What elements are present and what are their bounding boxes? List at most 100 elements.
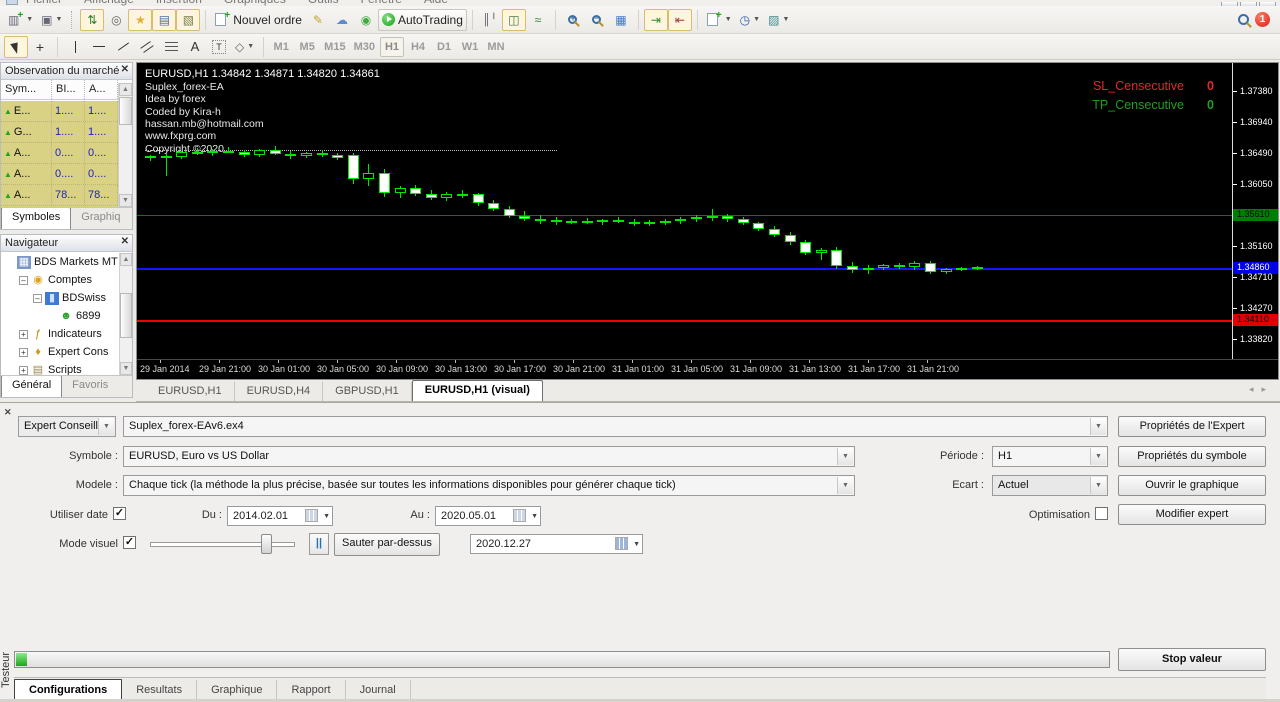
stop-button[interactable]: Stop valeur — [1118, 648, 1266, 671]
equidistant-channel-tool[interactable] — [135, 36, 159, 58]
navigator-item[interactable]: – ◉ Comptes — [1, 271, 119, 289]
horizontal-line-tool[interactable] — [87, 36, 111, 58]
profiles-button[interactable]: ▣ ▼ — [37, 9, 66, 31]
tab-graphique[interactable]: Graphiq — [71, 208, 130, 229]
scroll-down-icon[interactable]: ▼ — [120, 362, 132, 375]
navigator-item[interactable]: ☻ 6899 — [1, 307, 119, 325]
visual-date-field[interactable]: 2020.12.27 ▼ — [470, 534, 643, 554]
expert-type-select[interactable]: Expert Conseiller ▼ — [18, 416, 116, 437]
market-watch-row[interactable]: ▲ A... 0.... 0.... — [1, 164, 120, 185]
chart-plot[interactable]: EURUSD,H1 1.34842 1.34871 1.34820 1.3486… — [137, 63, 1232, 359]
indicators-button[interactable]: + ▼ — [703, 9, 736, 31]
model-select[interactable]: Chaque tick (la méthode la plus précise,… — [123, 475, 855, 496]
signals-button[interactable]: ◉ — [354, 9, 378, 31]
market-watch-row[interactable]: ▲ A... 78... 78... — [1, 185, 120, 206]
trendline-tool[interactable] — [111, 36, 135, 58]
autotrading-button[interactable]: AutoTrading — [377, 8, 467, 31]
symbol-properties-button[interactable]: Propriétés du symbole — [1118, 446, 1266, 467]
modify-expert-button[interactable]: Modifier expert — [1118, 504, 1266, 525]
visual-mode-checkbox[interactable]: ✓ — [123, 536, 136, 549]
spread-select[interactable]: Actuel ▼ — [992, 475, 1108, 496]
chart-tab[interactable]: EURUSD,H1 — [146, 382, 235, 401]
navigator-item[interactable]: – ▮ BDSwiss — [1, 289, 119, 307]
metaeditor-button[interactable]: ✎ — [306, 9, 330, 31]
tester-side-caption[interactable]: Testeur — [0, 639, 12, 701]
speed-slider-thumb[interactable] — [261, 534, 272, 554]
timeframe-button-M30[interactable]: M30 — [351, 37, 378, 57]
expand-toggle[interactable]: + — [19, 329, 28, 339]
open-chart-button[interactable]: Ouvrir le graphique — [1118, 475, 1266, 496]
navigator-item[interactable]: + ƒ Indicateurs — [1, 325, 119, 343]
scroll-thumb[interactable] — [120, 293, 132, 338]
data-window-toggle[interactable]: ◎ — [104, 9, 128, 31]
scroll-up-icon[interactable]: ▲ — [120, 253, 132, 266]
scroll-up-icon[interactable]: ▲ — [119, 83, 132, 96]
market-watch-row[interactable]: ▲ E... 1.... 1.... — [1, 101, 120, 122]
column-ask[interactable]: A... — [85, 80, 118, 99]
zoom-out-button[interactable] — [585, 9, 609, 31]
scroll-down-icon[interactable]: ▼ — [119, 194, 132, 207]
expand-toggle[interactable]: – — [19, 275, 28, 285]
timeframe-button-H1[interactable]: H1 — [379, 36, 404, 57]
column-bid[interactable]: BI... — [52, 80, 85, 99]
auto-scroll-toggle[interactable]: ⇥ — [643, 8, 668, 31]
pause-button[interactable]: || — [309, 533, 329, 555]
new-order-button[interactable]: + Nouvel ordre — [211, 9, 306, 31]
skip-button[interactable]: Sauter par-dessus — [334, 533, 440, 556]
tester-tab[interactable]: Configurations — [14, 679, 123, 700]
chart-shift-toggle[interactable]: ⇤ — [667, 8, 692, 31]
strategy-tester-toggle[interactable]: ▧ — [176, 8, 201, 31]
timeframe-button-D1[interactable]: D1 — [432, 37, 456, 57]
tile-windows-button[interactable]: ▦ — [609, 9, 633, 31]
search-button[interactable] — [1231, 9, 1255, 31]
timeframe-button-H4[interactable]: H4 — [406, 37, 430, 57]
use-date-checkbox[interactable]: ✓ — [113, 507, 126, 520]
speed-slider-track[interactable] — [150, 542, 295, 547]
terminal-toggle[interactable]: ▤ — [152, 8, 177, 31]
expert-name-select[interactable]: Suplex_forex-EAv6.ex4 ▼ — [123, 416, 1108, 437]
line-chart-button[interactable]: ≈ — [526, 9, 550, 31]
from-date-field[interactable]: 2014.02.01 ▼ — [227, 506, 333, 526]
zoom-in-button[interactable] — [561, 9, 585, 31]
candlestick-chart-button[interactable]: ◫ — [501, 8, 526, 31]
navigator-item[interactable]: + ▤ Scripts — [1, 361, 119, 375]
expert-properties-button[interactable]: Propriétés de l'Expert — [1118, 416, 1266, 437]
notification-badge[interactable]: 1 — [1255, 12, 1270, 27]
periods-button[interactable]: ◷ ▼ — [736, 9, 764, 31]
expand-toggle[interactable]: + — [19, 347, 28, 357]
tab-symboles[interactable]: Symboles — [1, 208, 72, 229]
tab-general[interactable]: Général — [1, 376, 63, 397]
timeframe-button-M1[interactable]: M1 — [269, 37, 293, 57]
navigator-item[interactable]: ▦ BDS Markets MT — [1, 253, 119, 271]
timeframe-button-M15[interactable]: M15 — [321, 37, 348, 57]
timeframe-button-W1[interactable]: W1 — [458, 37, 482, 57]
crosshair-tool[interactable]: + — [28, 36, 52, 58]
navigator-toggle[interactable]: ★ — [128, 8, 153, 31]
text-label-tool[interactable]: T — [207, 36, 231, 58]
close-icon[interactable]: ✕ — [121, 64, 129, 75]
chart-tab[interactable]: EURUSD,H1 (visual) — [411, 380, 543, 401]
tester-tab[interactable]: Journal — [346, 680, 411, 700]
chart-tab[interactable]: EURUSD,H4 — [235, 382, 324, 401]
navigator-item[interactable]: + ♦ Expert Cons — [1, 343, 119, 361]
bar-chart-button[interactable]: ║╵ — [478, 9, 502, 31]
vertical-line-tool[interactable] — [63, 36, 87, 58]
market-watch-row[interactable]: ▲ A... 0.... 0.... — [1, 143, 120, 164]
market-watch-toggle[interactable]: ⇅ — [80, 8, 105, 31]
close-icon[interactable]: ✕ — [121, 236, 129, 247]
scroll-thumb[interactable] — [119, 97, 132, 125]
tester-tab[interactable]: Graphique — [197, 680, 278, 700]
templates-button[interactable]: ▨ ▼ — [764, 9, 793, 31]
new-chart-button[interactable]: ▥ + ▼ — [4, 9, 37, 31]
fibonacci-tool[interactable] — [159, 36, 183, 58]
tester-tab[interactable]: Rapport — [277, 680, 346, 700]
timeframe-button-MN[interactable]: MN — [484, 37, 508, 57]
symbol-select[interactable]: EURUSD, Euro vs US Dollar ▼ — [123, 446, 855, 467]
timeframe-button-M5[interactable]: M5 — [295, 37, 319, 57]
cursor-tool[interactable] — [4, 35, 28, 58]
period-select[interactable]: H1 ▼ — [992, 446, 1108, 467]
close-icon[interactable]: ✕ — [4, 407, 12, 418]
optimization-checkbox[interactable] — [1095, 507, 1108, 520]
text-tool[interactable]: A — [183, 36, 207, 58]
column-symbol[interactable]: Sym... — [1, 80, 52, 99]
